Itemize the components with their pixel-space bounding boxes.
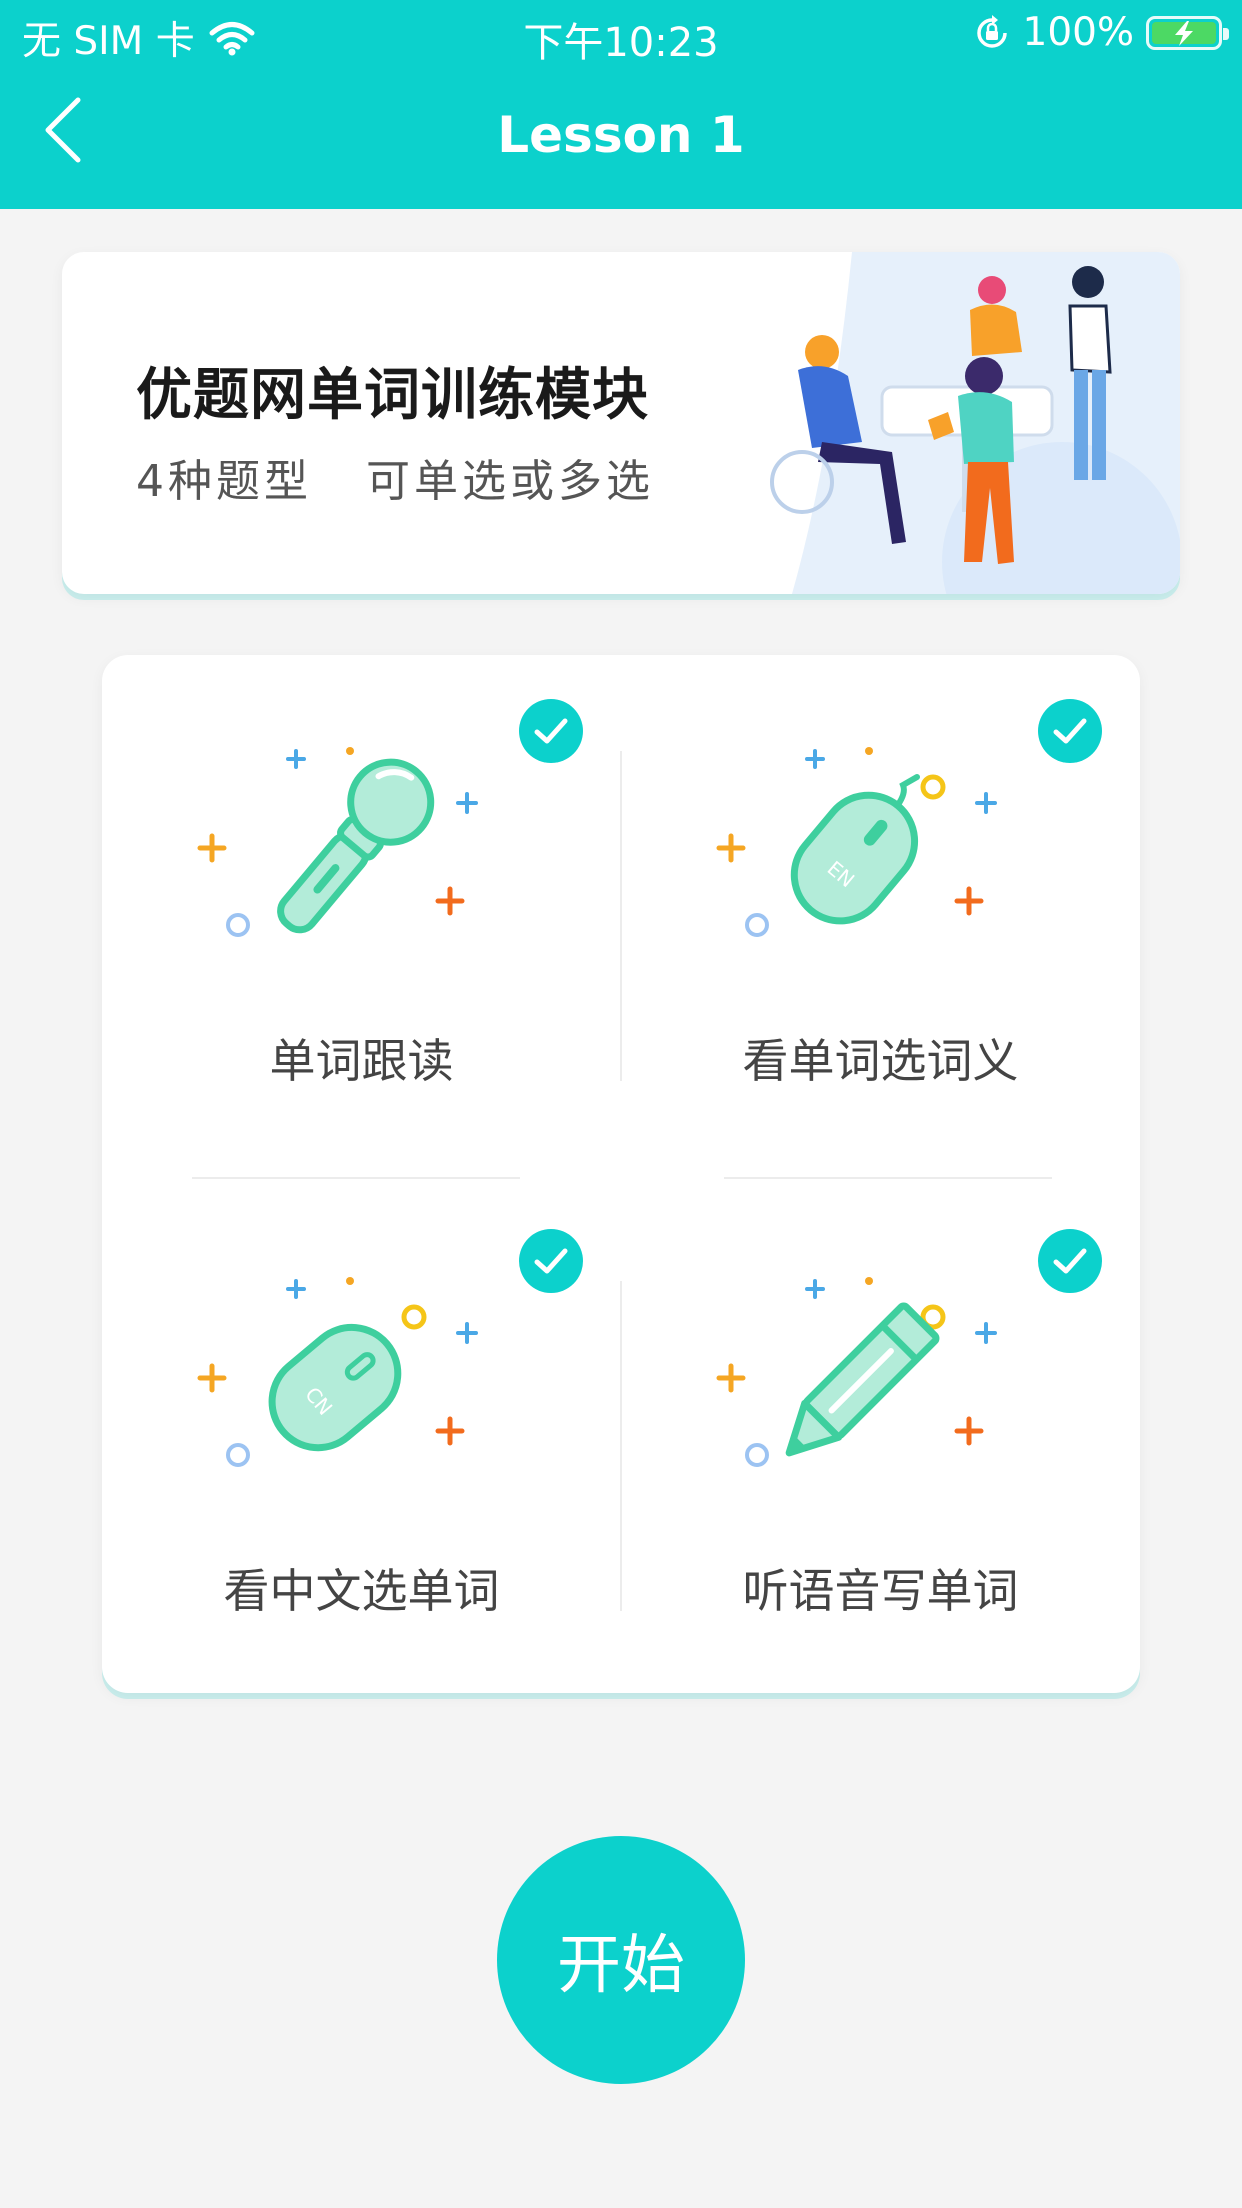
divider-horizontal-left xyxy=(192,1177,520,1179)
check-icon xyxy=(1038,1229,1102,1293)
check-icon xyxy=(519,1229,583,1293)
mouse-cn-icon: CN xyxy=(197,1277,478,1467)
option-word-read-along[interactable]: 单词跟读 xyxy=(102,655,621,1174)
top-bar: 无 SIM 卡 下午10:23 100% Lesson 1 xyxy=(0,0,1242,209)
option-chinese-to-word[interactable]: CN 看中文选单词 xyxy=(102,1185,621,1704)
check-icon xyxy=(1038,699,1102,763)
students-illustration xyxy=(770,252,1180,594)
check-icon xyxy=(519,699,583,763)
option-label: 看单词选词义 xyxy=(742,1034,1019,1088)
status-right: 100% xyxy=(973,10,1229,55)
status-bar: 无 SIM 卡 下午10:23 100% xyxy=(0,0,1242,66)
option-label: 看中文选单词 xyxy=(223,1564,500,1618)
question-type-card: 单词跟读 EN 看单词选词义 CN 看中文选单词 听语音写单词 xyxy=(102,655,1140,1693)
battery-icon xyxy=(1146,15,1229,50)
rotation-lock-icon xyxy=(976,14,1007,48)
microphone-icon xyxy=(197,747,478,937)
option-label: 单词跟读 xyxy=(269,1034,454,1088)
page-title: Lesson 1 xyxy=(497,106,745,164)
divider-horizontal-right xyxy=(724,1177,1052,1179)
option-label: 听语音写单词 xyxy=(742,1564,1019,1618)
mouse-en-icon: EN xyxy=(716,747,997,937)
intro-banner: 优题网单词训练模块 4种题型 可单选或多选 xyxy=(62,252,1180,594)
pencil-icon xyxy=(716,1277,997,1467)
banner-title: 优题网单词训练模块 xyxy=(136,363,649,428)
nav-bar: Lesson 1 xyxy=(0,66,1242,209)
option-word-to-meaning[interactable]: EN 看单词选词义 xyxy=(621,655,1140,1174)
start-button[interactable]: 开始 xyxy=(497,1836,745,2084)
battery-percent: 100% xyxy=(1022,10,1135,55)
banner-subtitle: 4种题型 可单选或多选 xyxy=(136,456,654,507)
option-listen-write[interactable]: 听语音写单词 xyxy=(621,1185,1140,1704)
charging-bolt-icon xyxy=(1175,20,1193,46)
